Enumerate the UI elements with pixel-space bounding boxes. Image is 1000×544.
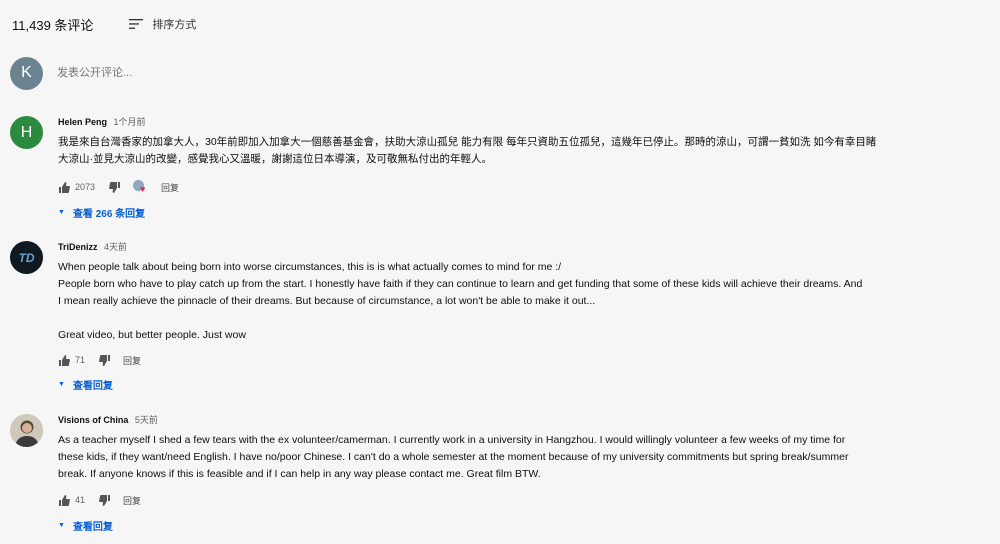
avatar[interactable]: TD — [10, 241, 43, 274]
avatar[interactable] — [10, 414, 43, 447]
thumbs-up-icon — [59, 181, 70, 193]
like-button[interactable]: 2073 — [58, 181, 96, 193]
comment-count: 11,439 条评论 — [12, 17, 94, 33]
comment-text: As a teacher myself I shed a few tears w… — [58, 434, 849, 480]
comment-actions: 2073 ♥ 回复 — [58, 180, 179, 194]
like-count: 71 — [75, 355, 86, 365]
add-comment-row: K — [10, 55, 990, 91]
comments-header: 11,439 条评论 排序方式 — [12, 14, 196, 34]
comment-actions: 41 回复 — [58, 493, 141, 507]
view-replies-label: 查看回复 — [72, 522, 113, 533]
view-replies-label: 查看回复 — [72, 381, 113, 392]
comment-item: H Helen Peng 1个月前 我是來自台灣香家的加拿大人，30年前即加入加… — [10, 116, 990, 226]
comment-author[interactable]: TriDenizz — [58, 242, 98, 252]
sort-button[interactable]: 排序方式 — [129, 16, 196, 32]
avatar[interactable]: H — [10, 116, 43, 149]
comment-input[interactable] — [57, 61, 990, 85]
thumbs-down-icon — [99, 494, 111, 506]
dislike-button[interactable] — [99, 354, 111, 366]
comment-text: 我是來自台灣香家的加拿大人，30年前即加入加拿大一個慈善基金會，扶助大涼山孤兒 … — [58, 136, 877, 165]
comment-text: When people talk about being born into w… — [58, 261, 863, 341]
avatar: K — [10, 56, 43, 90]
sort-icon — [129, 19, 144, 29]
comment-actions: 71 回复 — [58, 353, 141, 367]
like-count: 2073 — [75, 182, 96, 192]
reply-button[interactable]: 回复 — [123, 494, 141, 507]
like-button[interactable]: 41 — [58, 494, 86, 506]
comment-time[interactable]: 4天前 — [104, 242, 127, 252]
view-replies-button[interactable]: ▼ 查看 266 条回复 — [58, 205, 145, 220]
comment-item: TD TriDenizz 4天前 When people talk about … — [10, 241, 990, 392]
thumbs-down-icon — [109, 181, 121, 193]
comment-author[interactable]: Visions of China — [58, 415, 128, 425]
heart-icon: ♥ — [140, 184, 146, 194]
like-count: 41 — [75, 495, 86, 505]
caret-down-icon: ▼ — [58, 522, 65, 529]
like-button[interactable]: 71 — [58, 354, 86, 366]
view-replies-button[interactable]: ▼ 查看回复 — [58, 518, 113, 533]
caret-down-icon: ▼ — [58, 209, 65, 216]
thumbs-up-icon — [59, 354, 70, 366]
user-photo-icon — [10, 414, 43, 447]
sort-label: 排序方式 — [152, 19, 197, 31]
comment-time[interactable]: 5天前 — [135, 415, 158, 425]
creator-heart-badge: ♥ — [133, 180, 149, 194]
thumbs-down-icon — [99, 354, 111, 366]
dislike-button[interactable] — [99, 494, 111, 506]
view-replies-label: 查看 266 条回复 — [72, 209, 146, 220]
reply-button[interactable]: 回复 — [161, 181, 179, 194]
comment-item: Visions of China 5天前 As a teacher myself… — [10, 414, 990, 538]
thumbs-up-icon — [59, 494, 70, 506]
dislike-button[interactable] — [109, 181, 121, 193]
view-replies-button[interactable]: ▼ 查看回复 — [58, 377, 113, 392]
comment-time[interactable]: 1个月前 — [114, 117, 146, 127]
reply-button[interactable]: 回复 — [123, 354, 141, 367]
comment-author[interactable]: Helen Peng — [58, 117, 107, 127]
caret-down-icon: ▼ — [58, 381, 65, 388]
